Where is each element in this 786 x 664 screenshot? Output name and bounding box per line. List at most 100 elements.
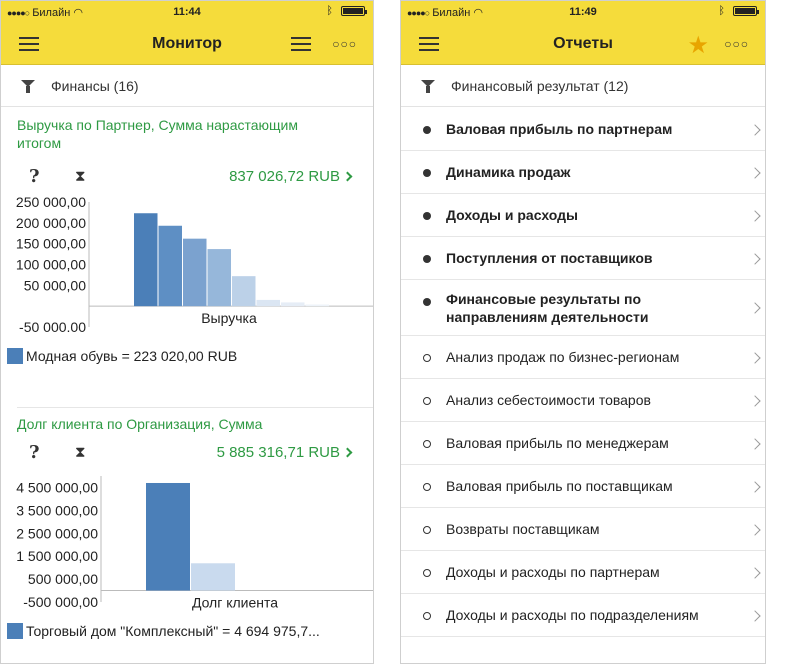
bluetooth-icon: ᛒ [718, 5, 725, 17]
y-tick-label: 50 000,00 [24, 277, 86, 293]
report-item-label: Поступления от поставщиков [446, 250, 653, 266]
bullet-empty-icon [423, 483, 431, 491]
y-tick-label: 150 000,00 [16, 236, 86, 252]
filter-icon [421, 80, 435, 93]
y-tick-label: 100 000,00 [16, 257, 86, 273]
chevron-right-icon [342, 171, 353, 182]
page-title: Отчеты [553, 35, 613, 52]
chart-legend: Модная обувь = 223 020,00 RUB [7, 348, 369, 364]
chart-legend: Торговый дом "Комплексный" = 4 694 975,7… [7, 623, 369, 639]
y-tick-label: 250 000,00 [16, 194, 86, 210]
y-tick-label: 4 500 000,00 [16, 479, 98, 495]
status-time: 11:44 [173, 6, 201, 18]
filter-icon [21, 80, 35, 93]
report-item-label: Доходы и расходы по подразделениям [446, 607, 699, 623]
report-item-label: Валовая прибыль по партнерам [446, 121, 673, 137]
filter-bar[interactable]: Финансы (16) [1, 65, 373, 107]
reports-screen: ●●●●○ Билайн ◠ 11:49 ᛒ Отчеты ★ ○○○ Фина… [400, 0, 766, 664]
widget-revenue: Выручка по Партнер, Сумма нарастающим ит… [1, 108, 373, 408]
nav-bar: Отчеты ★ ○○○ [401, 23, 765, 65]
y-tick-label: 3 500 000,00 [16, 502, 98, 518]
report-item[interactable]: Финансовые результаты по направлениям де… [401, 280, 765, 336]
status-time: 11:49 [569, 6, 597, 18]
chevron-right-icon [749, 481, 761, 493]
report-item-label: Анализ себестоимости товаров [446, 392, 651, 408]
filter-label: Финансовый результат (12) [451, 78, 629, 94]
more-icon[interactable]: ○○○ [332, 37, 357, 51]
report-item[interactable]: Доходы и расходы по партнерам [401, 551, 765, 594]
legend-label: Торговый дом "Комплексный" = 4 694 975,7… [26, 623, 320, 639]
status-bar: ●●●●○ Билайн ◠ 11:44 ᛒ [1, 1, 373, 23]
chevron-right-icon [749, 524, 761, 536]
y-tick-label: 200 000,00 [16, 215, 86, 231]
bar[interactable] [191, 563, 235, 591]
widget-total[interactable]: 5 885 316,71 RUB [216, 444, 353, 461]
report-item-label: Доходы и расходы по партнерам [446, 564, 660, 580]
widget-debt: Долг клиента по Организация, Сумма ? ⧗ 5… [1, 408, 373, 663]
bullet-empty-icon [423, 397, 431, 405]
widget-title[interactable]: Выручка по Партнер, Сумма нарастающим ит… [17, 116, 345, 152]
y-tick-label: 500 000,00 [28, 571, 98, 587]
filter-bar[interactable]: Финансовый результат (12) [401, 65, 765, 107]
chevron-right-icon [749, 253, 761, 265]
report-item[interactable]: Поступления от поставщиков [401, 237, 765, 280]
bullet-filled-icon [423, 212, 431, 220]
status-right: ᛒ [718, 5, 759, 17]
bullet-filled-icon [423, 255, 431, 263]
bar[interactable] [305, 304, 330, 307]
widget-total[interactable]: 837 026,72 RUB [229, 168, 353, 185]
bullet-empty-icon [423, 440, 431, 448]
report-item-label: Динамика продаж [446, 164, 571, 180]
report-item[interactable]: Возвраты поставщикам [401, 508, 765, 551]
report-item[interactable]: Валовая прибыль по поставщикам [401, 465, 765, 508]
hourglass-icon[interactable]: ⧗ [75, 444, 86, 461]
bar[interactable] [281, 302, 305, 307]
report-item[interactable]: Динамика продаж [401, 151, 765, 194]
y-tick-label: -50 000,00 [19, 319, 86, 332]
widget-title[interactable]: Долг клиента по Организация, Сумма [17, 415, 345, 433]
report-item[interactable]: Анализ себестоимости товаров [401, 379, 765, 422]
legend-swatch [7, 623, 23, 639]
total-value: 5 885 316,71 RUB [216, 444, 340, 461]
total-value: 837 026,72 RUB [229, 168, 340, 185]
chevron-right-icon [749, 302, 761, 314]
report-item[interactable]: Валовая прибыль по менеджерам [401, 422, 765, 465]
bullet-empty-icon [423, 612, 431, 620]
hourglass-icon[interactable]: ⧗ [75, 168, 86, 185]
list-icon[interactable] [291, 37, 311, 51]
report-item[interactable]: Доходы и расходы по подразделениям [401, 594, 765, 637]
chevron-right-icon [342, 447, 353, 458]
bar[interactable] [256, 299, 281, 307]
help-icon[interactable]: ? [29, 442, 40, 463]
revenue-chart: 250 000,00 200 000,00 150 000,00 100 000,00… [16, 194, 373, 332]
nav-bar: Монитор ○○○ [1, 23, 373, 65]
bar[interactable] [158, 225, 183, 307]
chevron-right-icon [749, 395, 761, 407]
report-item[interactable]: Валовая прибыль по партнерам [401, 108, 765, 151]
status-right: ᛒ [326, 5, 367, 17]
report-item-label: Доходы и расходы [446, 207, 578, 223]
chevron-right-icon [749, 610, 761, 622]
chevron-right-icon [749, 210, 761, 222]
filter-label: Финансы (16) [51, 78, 139, 94]
report-item-label: Финансовые результаты по направлениям де… [446, 291, 649, 325]
bar[interactable] [183, 238, 207, 307]
report-list: Валовая прибыль по партнерам Динамика про… [401, 108, 765, 637]
bluetooth-icon: ᛒ [326, 5, 333, 17]
chevron-right-icon [749, 167, 761, 179]
report-item[interactable]: Доходы и расходы [401, 194, 765, 237]
legend-label: Модная обувь = 223 020,00 RUB [26, 348, 238, 364]
bar[interactable] [146, 482, 190, 591]
y-tick-label: -500 000,00 [23, 594, 98, 610]
bar[interactable] [207, 249, 232, 307]
report-item-label: Валовая прибыль по поставщикам [446, 478, 673, 494]
chevron-right-icon [749, 567, 761, 579]
bar[interactable] [134, 213, 158, 307]
more-icon[interactable]: ○○○ [724, 37, 749, 51]
legend-swatch [7, 348, 23, 364]
y-tick-label: 1 500 000,00 [16, 548, 98, 564]
bar[interactable] [232, 276, 256, 307]
star-icon[interactable]: ★ [687, 31, 709, 60]
report-item[interactable]: Анализ продаж по бизнес-регионам [401, 336, 765, 379]
help-icon[interactable]: ? [29, 166, 40, 187]
